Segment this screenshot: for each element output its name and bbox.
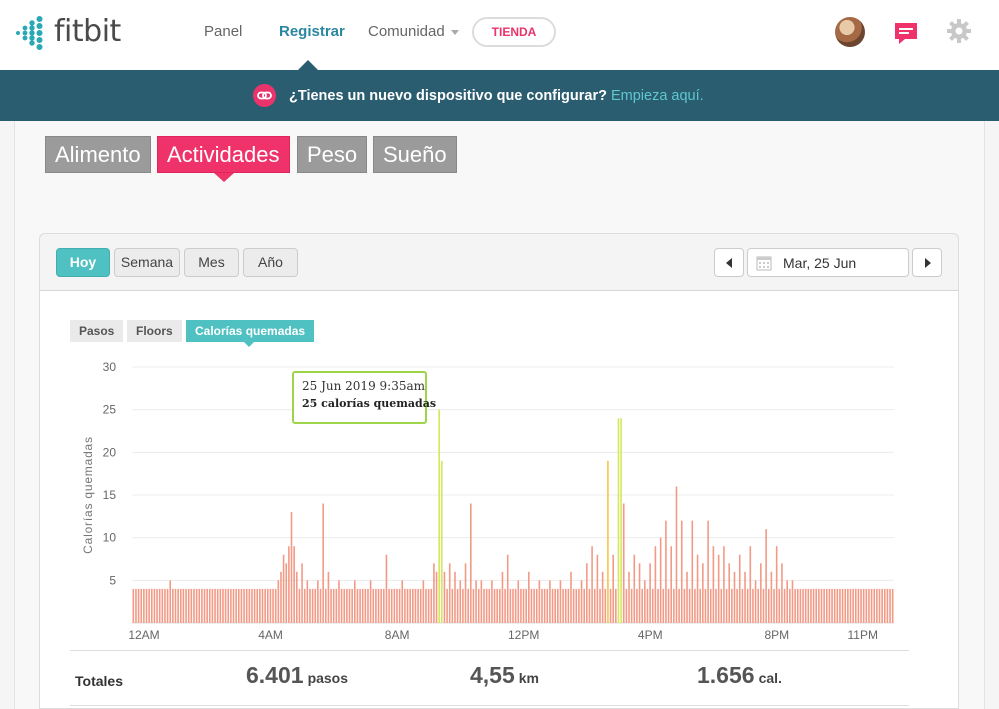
- total-distance-unit: km: [518, 670, 539, 686]
- period-semana-button[interactable]: Semana: [114, 248, 180, 277]
- calories-chart: 5 10 15 20 25 30 Calorías quemadas 12AM 4AM 8AM 12…: [81, 360, 894, 642]
- next-day-button[interactable]: [912, 248, 942, 277]
- total-steps: 6.401 pasos: [246, 662, 348, 689]
- calendar-icon: [756, 256, 772, 271]
- total-steps-value: 6.401: [246, 662, 304, 688]
- totals-label: Totales: [75, 673, 123, 689]
- active-chip-pointer: [244, 342, 254, 347]
- tooltip-value: 25 calorías quemadas: [302, 397, 437, 410]
- y-tick-label: 15: [103, 488, 117, 502]
- total-calories: 1.656 cal.: [697, 662, 782, 689]
- nav-comunidad[interactable]: Comunidad: [368, 23, 459, 40]
- nav-comunidad-label: Comunidad: [368, 23, 445, 40]
- tab-alimento[interactable]: Alimento: [45, 136, 151, 173]
- date-picker[interactable]: Mar, 25 Jun: [747, 248, 909, 277]
- top-header: fitbit Panel Registrar Comunidad TIENDA: [0, 0, 999, 71]
- chip-calorias[interactable]: Calorías quemadas: [186, 320, 315, 342]
- fitbit-logo-icon: [16, 16, 43, 50]
- chip-floors[interactable]: Floors: [127, 320, 182, 342]
- y-tick-label: 20: [103, 445, 117, 459]
- setup-banner: ¿Tienes un nuevo dispositivo que configu…: [0, 70, 999, 121]
- tab-sueno[interactable]: Sueño: [373, 136, 457, 173]
- store-button[interactable]: TIENDA: [472, 17, 556, 47]
- y-tick-label: 25: [103, 403, 117, 417]
- x-tick-label: 8AM: [385, 628, 410, 642]
- x-tick-label: 11PM: [847, 628, 877, 642]
- nav-panel[interactable]: Panel: [204, 23, 242, 40]
- chevron-down-icon: [450, 29, 459, 35]
- avatar[interactable]: [835, 17, 865, 47]
- banner-message: ¿Tienes un nuevo dispositivo que configu…: [289, 88, 607, 104]
- period-ano-button[interactable]: Año: [243, 248, 298, 277]
- total-distance-value: 4,55: [470, 662, 515, 688]
- logo-text: fitbit: [54, 14, 121, 49]
- period-hoy-button[interactable]: Hoy: [56, 248, 110, 277]
- y-axis-label: Calorías quemadas: [81, 436, 95, 554]
- link-icon: [253, 84, 276, 107]
- previous-day-button[interactable]: [714, 248, 744, 277]
- total-steps-unit: pasos: [307, 670, 349, 686]
- totals-divider-top: [70, 650, 909, 651]
- x-tick-label: 4PM: [638, 628, 663, 642]
- tooltip-date: 25 Jun 2019 9:35am: [302, 379, 425, 393]
- period-mes-button[interactable]: Mes: [184, 248, 239, 277]
- y-tick-label: 10: [103, 531, 117, 545]
- x-tick-label: 8PM: [764, 628, 789, 642]
- nav-registrar[interactable]: Registrar: [279, 23, 345, 40]
- tab-actividades[interactable]: Actividades: [157, 136, 290, 173]
- y-tick-label: 30: [103, 360, 117, 374]
- gear-icon[interactable]: [946, 18, 972, 44]
- x-tick-label: 12PM: [508, 628, 539, 642]
- active-tab-pointer: [214, 173, 234, 182]
- totals-divider-bottom: [70, 705, 909, 706]
- fitbit-logo[interactable]: fitbit: [14, 14, 144, 54]
- x-tick-label: 4AM: [258, 628, 283, 642]
- banner-link[interactable]: Empieza aquí.: [611, 88, 704, 104]
- x-tick-label: 12AM: [128, 628, 159, 642]
- total-calories-unit: cal.: [758, 670, 782, 686]
- chip-pasos[interactable]: Pasos: [70, 320, 124, 342]
- tab-peso[interactable]: Peso: [297, 136, 368, 173]
- total-distance: 4,55 km: [470, 662, 539, 689]
- date-value: Mar, 25 Jun: [783, 255, 857, 271]
- total-calories-value: 1.656: [697, 662, 755, 688]
- messages-icon[interactable]: [893, 20, 919, 46]
- chart-tooltip: 25 Jun 2019 9:35am 25 calorías quemadas: [292, 371, 437, 424]
- y-tick-label: 5: [109, 573, 116, 587]
- banner-text: ¿Tienes un nuevo dispositivo que configu…: [289, 88, 704, 104]
